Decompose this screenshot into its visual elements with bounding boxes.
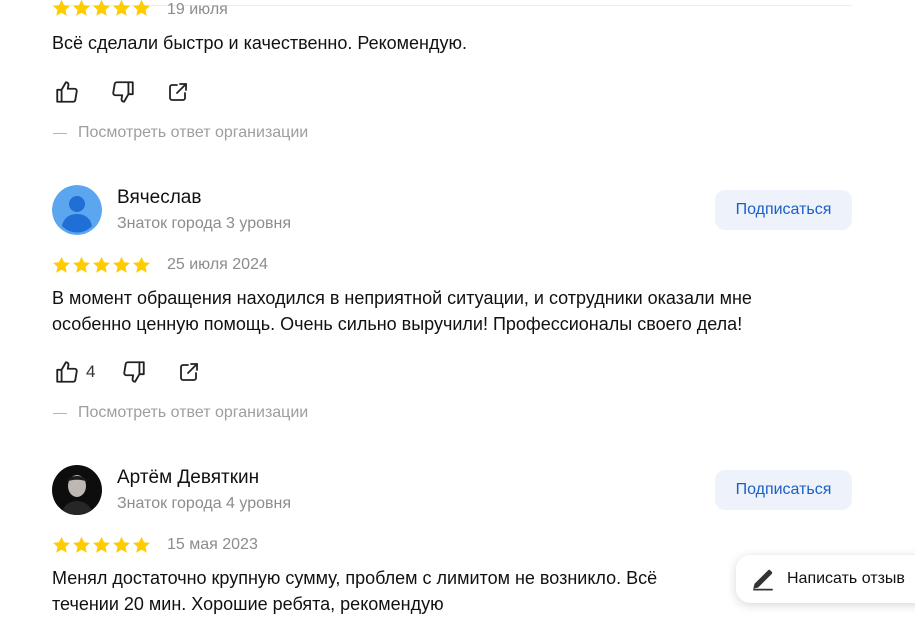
org-reply-label: Посмотреть ответ организации bbox=[78, 404, 309, 421]
share-button[interactable] bbox=[177, 360, 201, 384]
org-reply-link[interactable]: Посмотреть ответ организации bbox=[53, 403, 308, 423]
rating-stars bbox=[52, 0, 151, 17]
dislike-button[interactable] bbox=[110, 79, 136, 105]
star-icon bbox=[72, 256, 91, 274]
pencil-icon bbox=[753, 569, 773, 591]
star-icon bbox=[52, 0, 71, 17]
avatar[interactable] bbox=[52, 185, 102, 235]
dash-icon bbox=[53, 413, 67, 414]
review-actions: 4 bbox=[54, 357, 201, 387]
star-icon bbox=[132, 536, 151, 554]
thumbs-up-icon bbox=[56, 361, 78, 383]
star-icon bbox=[112, 256, 131, 274]
dash-icon bbox=[53, 133, 67, 134]
user-photo bbox=[52, 465, 102, 515]
thumbs-down-icon bbox=[112, 81, 134, 103]
star-icon bbox=[112, 536, 131, 554]
star-icon bbox=[132, 256, 151, 274]
dislike-button[interactable] bbox=[121, 359, 147, 385]
rating-stars bbox=[52, 256, 151, 274]
star-icon bbox=[52, 536, 71, 554]
author-name[interactable]: Артём Девяткин bbox=[117, 466, 259, 490]
share-icon bbox=[180, 363, 199, 381]
reviews-feed: 19 июля Всё сделали быстро и качественно… bbox=[0, 0, 915, 617]
star-icon bbox=[72, 536, 91, 554]
review-date: 25 июля 2024 bbox=[167, 256, 268, 273]
rating-stars bbox=[52, 536, 151, 554]
star-icon bbox=[72, 0, 91, 17]
author-level: Знаток города 4 уровня bbox=[117, 495, 292, 512]
review-text: В момент обращения находился в неприятно… bbox=[52, 285, 872, 337]
star-icon bbox=[92, 0, 111, 17]
subscribe-button[interactable]: Подписаться bbox=[715, 190, 852, 230]
write-review-label: Написать отзыв bbox=[787, 570, 905, 587]
like-count: 4 bbox=[86, 362, 96, 381]
review-text: Всё сделали быстро и качественно. Рекоме… bbox=[52, 33, 468, 53]
review-actions bbox=[54, 77, 190, 107]
write-review-button[interactable]: Написать отзыв bbox=[736, 555, 915, 603]
share-button[interactable] bbox=[166, 80, 190, 104]
org-reply-label: Посмотреть ответ организации bbox=[78, 124, 309, 141]
star-icon bbox=[92, 256, 111, 274]
author-level: Знаток города 3 уровня bbox=[117, 215, 292, 232]
review-date: 19 июля bbox=[167, 1, 228, 18]
org-reply-link[interactable]: Посмотреть ответ организации bbox=[53, 123, 308, 143]
like-button[interactable]: 4 bbox=[54, 359, 95, 385]
review-date: 15 мая 2023 bbox=[167, 536, 258, 553]
review-text: Менял достаточно крупную сумму, проблем … bbox=[52, 565, 742, 617]
review-text-line: течении 20 мин. Хорошие ребята, рекоменд… bbox=[52, 594, 444, 614]
star-icon bbox=[92, 536, 111, 554]
review-text-line: особенно ценную помощь. Очень сильно выр… bbox=[52, 314, 743, 334]
review-text-line: В момент обращения находился в неприятно… bbox=[52, 288, 752, 308]
like-button[interactable] bbox=[54, 79, 80, 105]
default-avatar-icon bbox=[52, 185, 102, 235]
subscribe-button[interactable]: Подписаться bbox=[715, 470, 852, 510]
avatar[interactable] bbox=[52, 465, 102, 515]
star-icon bbox=[52, 256, 71, 274]
author-name[interactable]: Вячеслав bbox=[117, 186, 201, 210]
thumbs-down-icon bbox=[123, 361, 146, 383]
review-text-line: Менял достаточно крупную сумму, проблем … bbox=[52, 568, 658, 588]
star-icon bbox=[132, 0, 151, 17]
star-icon bbox=[112, 0, 131, 17]
thumbs-up-icon bbox=[56, 81, 78, 103]
share-icon bbox=[169, 83, 187, 101]
